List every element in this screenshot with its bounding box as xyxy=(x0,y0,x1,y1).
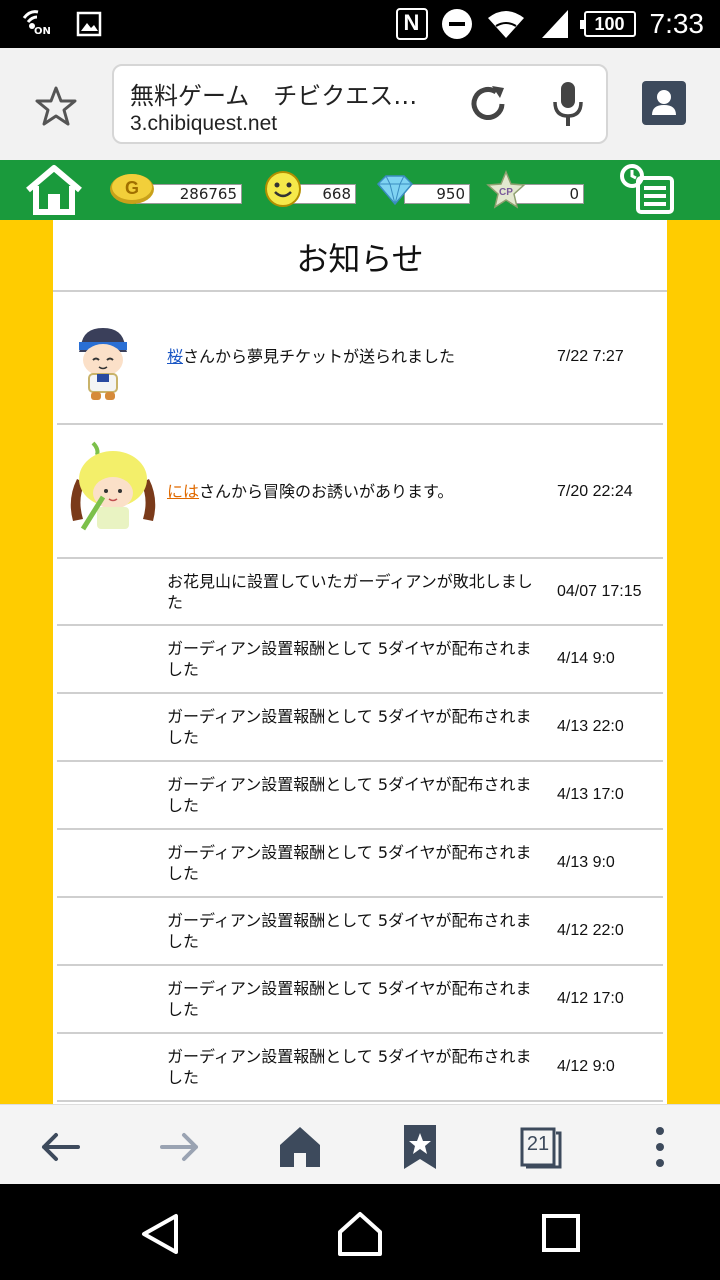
battery-icon: 100 xyxy=(579,11,636,37)
notification-message: ガーディアン設置報酬として 5ダイヤが配布されました xyxy=(167,1047,532,1087)
browser-toolbar: 無料ゲーム チビクエス… 3.chibiquest.net xyxy=(0,48,720,160)
forward-arrow-icon[interactable] xyxy=(156,1123,204,1171)
sender-link[interactable]: 桜 xyxy=(167,347,183,366)
wifi-icon xyxy=(486,8,526,40)
notification-row: ガーディアン設置報酬として 5ダイヤが配布されました 4/12 22:0 xyxy=(57,898,663,966)
android-home-icon[interactable] xyxy=(336,1210,384,1258)
notification-time: 4/13 9:0 xyxy=(557,854,615,871)
avatar[interactable] xyxy=(63,439,163,535)
home-icon[interactable] xyxy=(22,164,86,216)
bookmarks-icon[interactable] xyxy=(396,1123,444,1171)
sender-link[interactable]: には xyxy=(167,482,199,501)
wifi-calling-icon: ON xyxy=(20,8,54,40)
wifi-calling-label: ON xyxy=(34,26,51,37)
notification-row: ガーディアン設置報酬として 5ダイヤが配布されました 4/12 9:0 xyxy=(57,1034,663,1102)
message-text: さんから冒険のお誘いがあります。 xyxy=(199,482,454,501)
notification-time: 7/22 7:27 xyxy=(557,348,624,365)
more-icon[interactable] xyxy=(636,1123,684,1171)
notification-time: 7/20 22:24 xyxy=(557,483,633,500)
notification-message: にはさんから冒険のお誘いがあります。 xyxy=(167,481,547,502)
notification-message: ガーディアン設置報酬として 5ダイヤが配布されました xyxy=(167,707,532,747)
notification-row: 桜さんから夢見チケットが送られました 7/22 7:27 xyxy=(57,292,663,425)
android-recents-icon[interactable] xyxy=(538,1210,586,1258)
notification-row: ガーディアン設置報酬として 5ダイヤが配布されました 4/13 22:0 xyxy=(57,694,663,762)
notification-time: 4/12 9:0 xyxy=(557,1058,615,1075)
address-bar[interactable]: 無料ゲーム チビクエス… 3.chibiquest.net xyxy=(112,64,608,144)
notification-time: 4/12 17:0 xyxy=(557,990,624,1007)
notification-row: ガーディアン設置報酬として 5ダイヤが配布されました 4/12 17:0 xyxy=(57,966,663,1034)
cp-icon-label: CP xyxy=(499,187,513,198)
bookmark-star-icon[interactable] xyxy=(34,84,78,128)
panel-title: お知らせ xyxy=(53,220,667,292)
notification-row: にはさんから冒険のお誘いがあります。 7/20 22:24 xyxy=(57,425,663,559)
notification-time: 4/14 9:0 xyxy=(557,650,615,667)
notification-time: 04/07 17:15 xyxy=(557,583,642,600)
browser-bottom-nav: 21 xyxy=(0,1104,720,1184)
url-host: 3.chibiquest.net xyxy=(130,112,278,135)
gold-coin-letter: G xyxy=(125,178,139,198)
back-arrow-icon[interactable] xyxy=(36,1123,84,1171)
menu-list-icon[interactable] xyxy=(618,162,678,218)
notification-time: 4/13 17:0 xyxy=(557,786,624,803)
notification-time: 4/13 22:0 xyxy=(557,718,624,735)
status-bar: ON N 100 7:33 xyxy=(0,0,720,48)
notification-time: 4/12 22:0 xyxy=(557,922,624,939)
notification-message: 桜さんから夢見チケットが送られました xyxy=(167,346,547,367)
tab-count-label: 21 xyxy=(526,1133,550,1155)
page-title: 無料ゲーム チビクエス… xyxy=(130,82,418,110)
profile-icon[interactable] xyxy=(642,81,686,125)
message-text: さんから夢見チケットが送られました xyxy=(183,347,456,366)
mic-icon[interactable] xyxy=(548,80,588,128)
notification-message: ガーディアン設置報酬として 5ダイヤが配布されました xyxy=(167,843,532,883)
nfc-icon: N xyxy=(395,8,428,40)
home-nav-icon[interactable] xyxy=(276,1123,324,1171)
notification-message: お花見山に設置していたガーディアンが敗北しました xyxy=(167,572,533,612)
tabs-icon[interactable]: 21 xyxy=(518,1125,562,1169)
signal-icon xyxy=(540,8,570,40)
gold-coin-icon: G xyxy=(108,172,156,206)
notification-message: ガーディアン設置報酬として 5ダイヤが配布されました xyxy=(167,639,532,679)
smile-icon xyxy=(264,170,302,208)
dnd-icon xyxy=(441,9,472,39)
reload-icon[interactable] xyxy=(466,82,510,126)
notification-message: ガーディアン設置報酬として 5ダイヤが配布されました xyxy=(167,775,532,815)
avatar[interactable] xyxy=(73,322,133,402)
cp-star-icon: CP xyxy=(486,170,526,210)
notification-row: ガーディアン設置報酬として 5ダイヤが配布されました 4/13 9:0 xyxy=(57,830,663,898)
notifications-panel: お知らせ 桜さんから夢見チケットが送られました 7/22 7:27 にはさんから… xyxy=(53,220,667,1104)
diamond-icon xyxy=(374,174,416,206)
game-header: 286765 G 668 950 0 CP xyxy=(0,160,720,220)
notification-message: ガーディアン設置報酬として 5ダイヤが配布されました xyxy=(167,911,532,951)
notification-row: ガーディアン設置報酬として 5ダイヤが配布されました 4/13 17:0 xyxy=(57,762,663,830)
clock: 7:33 xyxy=(649,8,705,39)
android-back-icon[interactable] xyxy=(136,1210,184,1258)
android-navigation-bar xyxy=(0,1184,720,1280)
notification-row: ガーディアン設置報酬として 5ダイヤが配布されました 4/14 9:0 xyxy=(57,626,663,694)
notification-message: ガーディアン設置報酬として 5ダイヤが配布されました xyxy=(167,979,532,1019)
notification-row: お花見山に設置していたガーディアンが敗北しました 04/07 17:15 xyxy=(57,559,663,626)
image-icon xyxy=(76,11,102,37)
